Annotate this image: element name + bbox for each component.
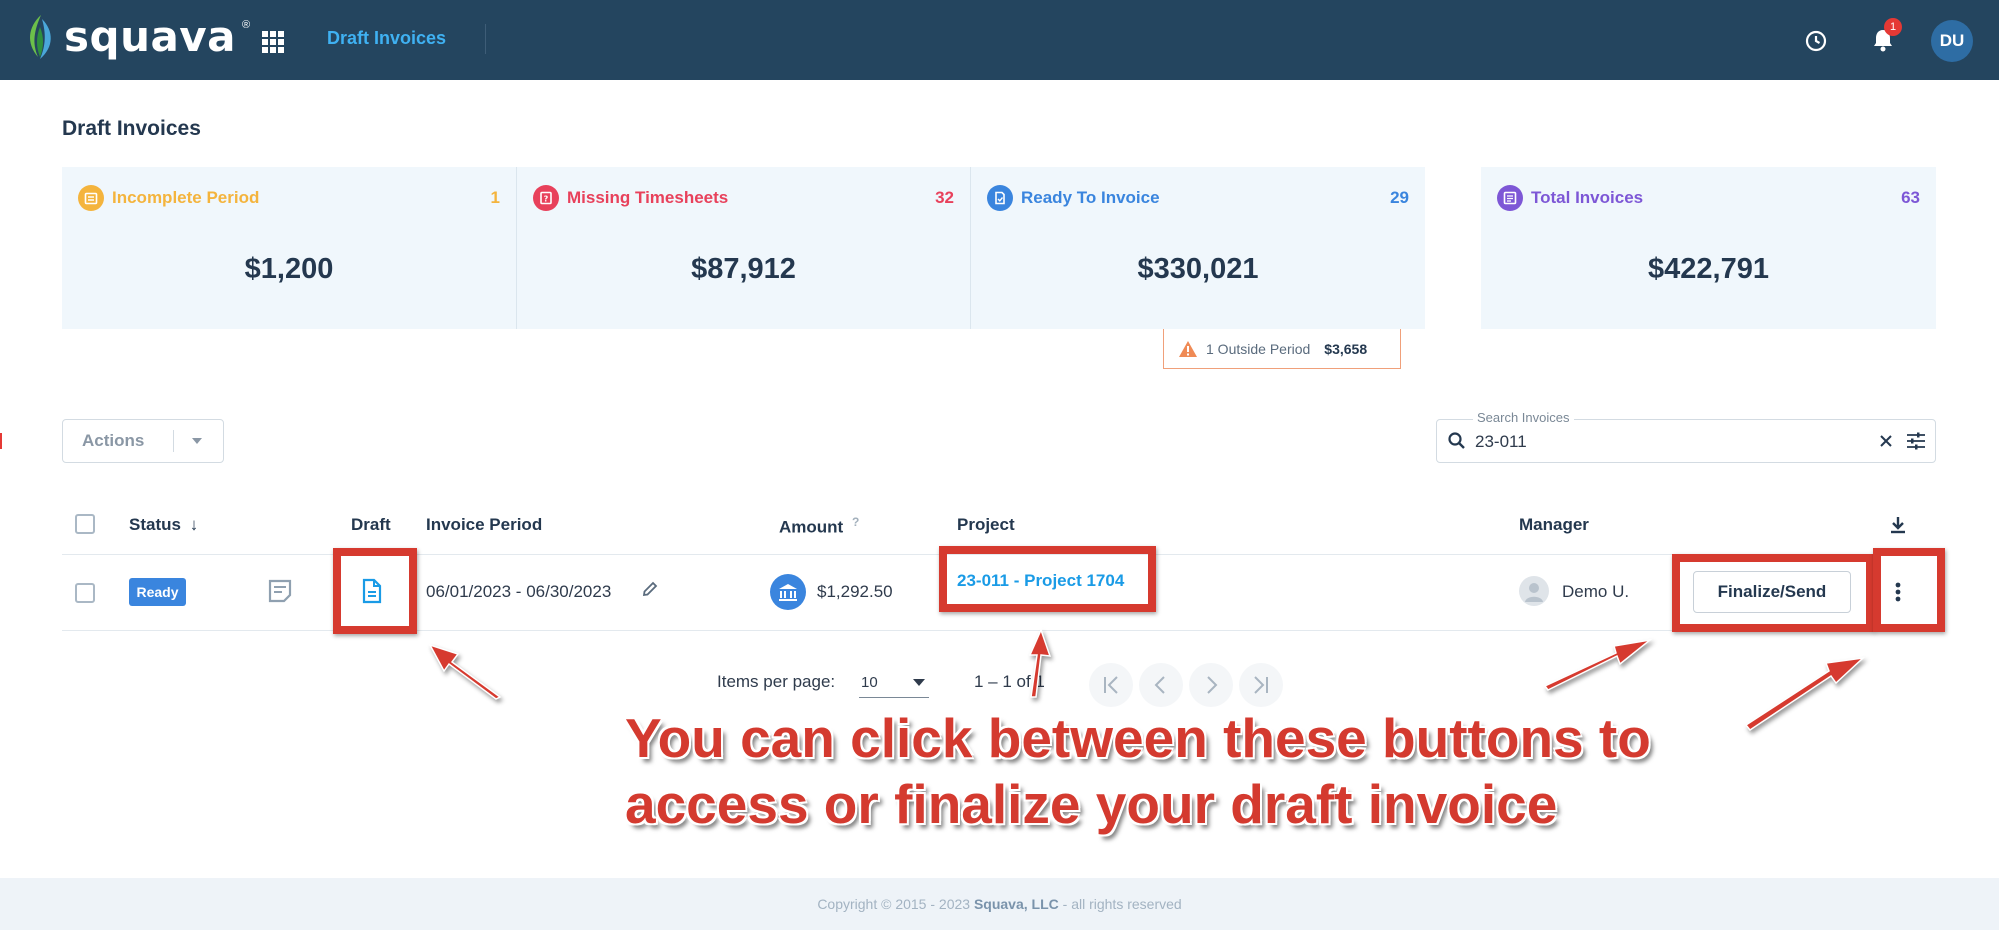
annotation-line-1: You can click between these buttons to	[625, 707, 1651, 769]
tutorial-annotation: You can click between these buttons to a…	[625, 705, 1651, 837]
footer: Copyright © 2015 - 2023 Squava, LLC - al…	[0, 878, 1999, 930]
annotation-line-2: access or finalize your draft invoice	[625, 773, 1558, 835]
footer-prefix: Copyright © 2015 - 2023	[817, 896, 974, 912]
footer-suffix: - all rights reserved	[1058, 896, 1182, 912]
footer-company-link[interactable]: Squava, LLC	[974, 896, 1059, 912]
